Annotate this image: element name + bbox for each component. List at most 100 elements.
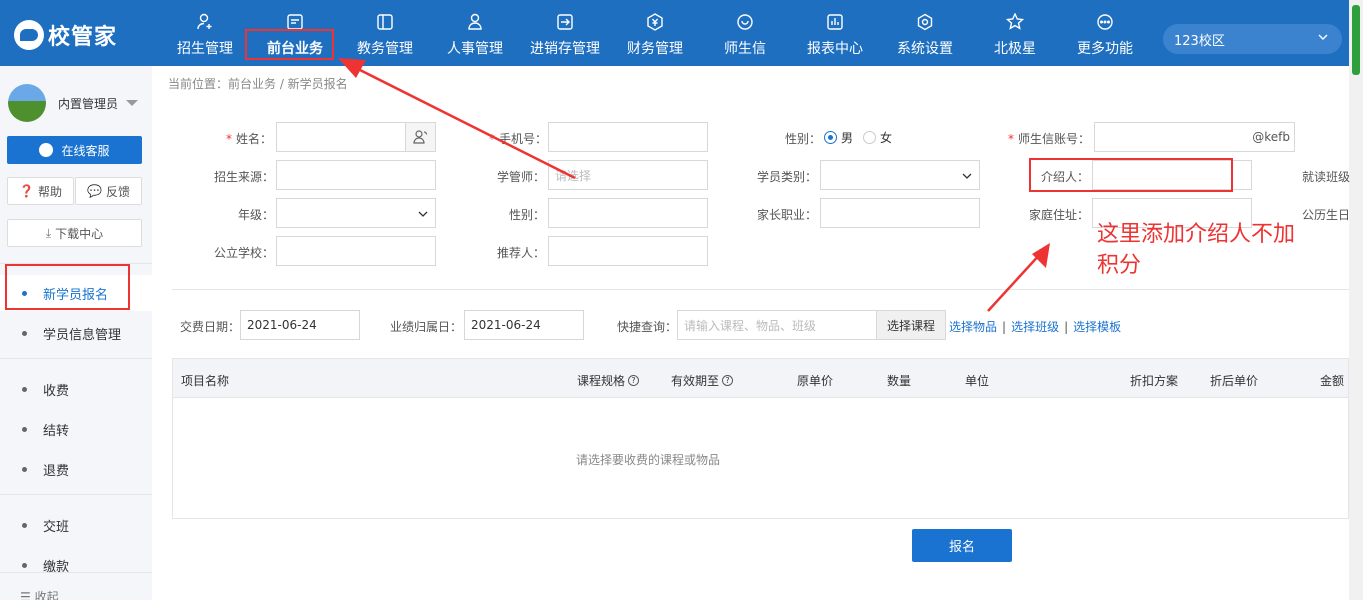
scrollbar-thumb[interactable] — [1352, 5, 1360, 75]
name-input[interactable] — [276, 122, 436, 152]
phone-input[interactable] — [548, 122, 708, 152]
sidebar-item-label: 收费 — [43, 383, 70, 399]
source-label: 招生来源： — [214, 170, 275, 184]
nav-item-messages[interactable]: 师生信 — [700, 0, 790, 66]
bullet-icon — [22, 386, 27, 392]
nav-label: 进销存管理 — [530, 41, 600, 57]
grade-select[interactable] — [276, 198, 436, 228]
sidebar-item-label: 结转 — [43, 423, 70, 439]
nav-label: 更多功能 — [1077, 41, 1133, 57]
advisor-label: 学管师： — [497, 170, 546, 184]
logo-icon — [14, 20, 44, 50]
column-header: 折扣方案 — [1130, 374, 1179, 388]
campus-selector[interactable]: 123校区 — [1163, 24, 1342, 54]
gender2-input[interactable] — [548, 198, 708, 228]
table-header: 项目名称 课程规格? 有效期至? 原单价 数量 单位 折扣方案 折后单价 金额 — [173, 359, 1348, 398]
parent-job-input[interactable] — [820, 198, 980, 228]
sidebar-item-handover[interactable]: 交班 — [0, 507, 152, 543]
help-button[interactable]: ❓ 帮助 — [7, 177, 74, 205]
settings-icon — [915, 12, 935, 32]
sidebar-divider — [0, 358, 152, 359]
required-mark: * — [1008, 132, 1014, 146]
student-type-label: 学员类别： — [757, 170, 818, 184]
report-icon — [825, 12, 845, 32]
column-header: 数量 — [887, 374, 912, 388]
bullet-icon — [22, 330, 27, 336]
sidebar-collapse-button[interactable]: ☰ 收起 — [20, 588, 59, 600]
nav-item-polaris[interactable]: 北极星 — [970, 0, 1060, 66]
recommender-label: 推荐人： — [497, 246, 546, 260]
gender-radio-group: 男 女 — [824, 129, 902, 146]
gender-female-radio[interactable]: 女 — [863, 129, 892, 146]
school-input[interactable] — [276, 236, 436, 266]
online-service-label: 在线客服 — [61, 143, 110, 158]
sidebar-item-charge[interactable]: 收费 — [0, 371, 152, 407]
bullet-icon — [22, 562, 27, 568]
user-add-icon — [195, 12, 215, 32]
bullet-icon — [22, 522, 27, 528]
choose-template-link[interactable]: 选择模板 — [1073, 320, 1121, 334]
download-center-button[interactable]: ⤓ 下载中心 — [7, 219, 142, 247]
username[interactable]: 内置管理员 — [58, 95, 118, 112]
perf-date-input[interactable]: 2021-06-24 — [464, 310, 584, 340]
quick-search-placeholder: 请输入课程、物品、班级 — [684, 318, 817, 333]
nav-label: 北极星 — [994, 41, 1036, 57]
sidebar-item-refund[interactable]: 退费 — [0, 451, 152, 487]
sidebar-item-student-info[interactable]: 学员信息管理 — [0, 315, 152, 351]
recommender-input[interactable] — [548, 236, 708, 266]
enroll-submit-button[interactable]: 报名 — [912, 529, 1012, 562]
referrer-highlight-box — [1029, 158, 1233, 192]
choose-course-button[interactable]: 选择课程 — [876, 310, 946, 340]
account-suffix: @kefb — [1252, 130, 1290, 144]
more-icon — [1095, 12, 1115, 32]
choose-goods-link[interactable]: 选择物品 — [949, 320, 997, 334]
nav-item-inventory[interactable]: 进销存管理 — [520, 0, 610, 66]
quick-search-input[interactable]: 请输入课程、物品、班级 — [677, 310, 877, 340]
nav-label: 报表中心 — [807, 41, 863, 57]
gender-male-radio[interactable]: 男 — [824, 129, 853, 146]
help-icon[interactable]: ? — [628, 375, 640, 386]
caret-down-icon[interactable] — [126, 100, 138, 106]
online-service-button[interactable]: 在线客服 — [7, 136, 142, 164]
nav-item-more[interactable]: 更多功能 — [1060, 0, 1150, 66]
pay-date-value: 2021-06-24 — [247, 318, 317, 332]
sidebar-highlight-box — [5, 264, 130, 310]
chat-icon — [735, 12, 755, 32]
top-navbar: 校管家 招生管理 前台业务 教务管理 人事管理 进销存管理 财务管理 师生信 报… — [0, 0, 1363, 66]
advisor-select[interactable]: 请选择 — [548, 160, 708, 190]
column-header: 原单价 — [797, 374, 834, 388]
nav-item-academic[interactable]: 教务管理 — [340, 0, 430, 66]
source-input[interactable] — [276, 160, 436, 190]
app-logo[interactable]: 校管家 — [14, 20, 117, 50]
help-label: 帮助 — [37, 184, 62, 199]
nav-item-finance[interactable]: 财务管理 — [610, 0, 700, 66]
pay-date-input[interactable]: 2021-06-24 — [240, 310, 360, 340]
sidebar-item-payment[interactable]: 缴款 — [0, 547, 152, 583]
page-scrollbar[interactable] — [1349, 0, 1363, 600]
nav-item-hr[interactable]: 人事管理 — [430, 0, 520, 66]
breadcrumb: 当前位置：前台业务 / 新学员报名 — [168, 77, 348, 91]
nav-item-recruitment[interactable]: 招生管理 — [160, 0, 250, 66]
download-label: 下载中心 — [55, 226, 104, 241]
sidebar-item-transfer[interactable]: 结转 — [0, 411, 152, 447]
name-label: * 姓名： — [226, 132, 273, 146]
select-student-icon[interactable] — [405, 123, 435, 151]
nav-item-settings[interactable]: 系统设置 — [880, 0, 970, 66]
help-icon[interactable]: ? — [722, 375, 734, 386]
logo-text: 校管家 — [48, 25, 118, 50]
feedback-button[interactable]: 💬 反馈 — [75, 177, 142, 205]
choose-class-link[interactable]: 选择班级 — [1011, 320, 1059, 334]
nav-item-reports[interactable]: 报表中心 — [790, 0, 880, 66]
nav-label: 师生信 — [724, 41, 766, 57]
collapse-label: 收起 — [34, 590, 59, 600]
bullet-icon — [22, 426, 27, 432]
nav-label: 招生管理 — [177, 41, 233, 57]
student-type-select[interactable] — [820, 160, 980, 190]
avatar[interactable] — [8, 84, 46, 122]
annotation-note: 这里添加介绍人不加 积分 — [1097, 219, 1347, 281]
account-input[interactable]: @kefb — [1094, 122, 1295, 152]
advisor-placeholder: 请选择 — [555, 168, 592, 183]
required-mark: * — [226, 132, 232, 146]
section-divider — [172, 289, 1349, 290]
link-separator: | — [1002, 320, 1007, 334]
